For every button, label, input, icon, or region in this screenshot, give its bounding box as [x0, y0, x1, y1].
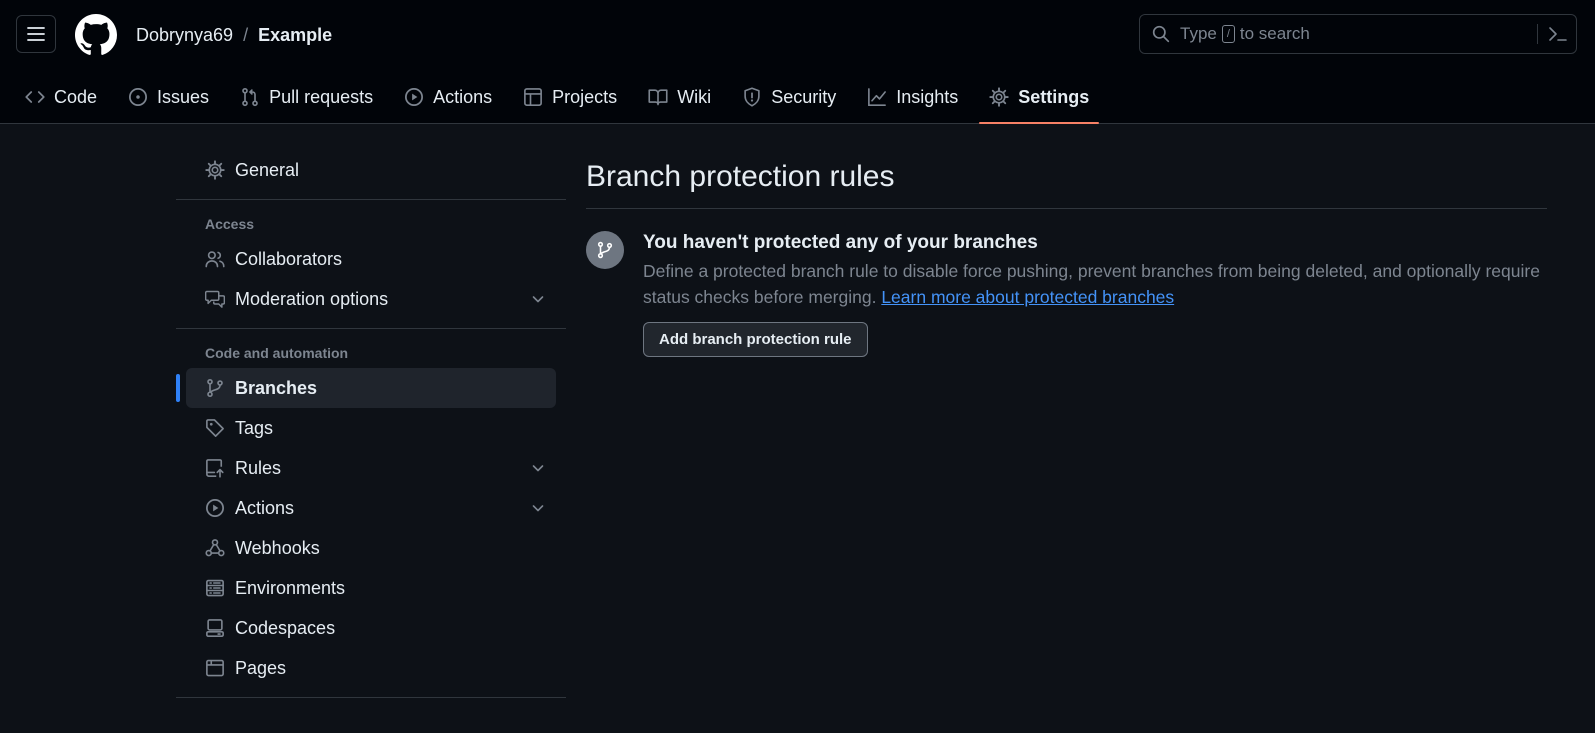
- play-icon: [405, 88, 424, 106]
- sidebar-item-label: Actions: [235, 497, 295, 518]
- tab-code-label: Code: [54, 86, 98, 107]
- search-divider: [1537, 24, 1538, 44]
- sidebar-item-webhooks[interactable]: Webhooks: [186, 528, 556, 568]
- graph-icon: [868, 88, 887, 106]
- server-icon: [206, 579, 224, 597]
- sidebar-item-label: Collaborators: [235, 248, 343, 269]
- git-pull-request-icon: [242, 87, 258, 107]
- tab-issues-label: Issues: [157, 86, 210, 107]
- app-header: Dobrynya69 / Example Type / to search Co…: [0, 0, 1595, 124]
- main-content: Branch protection rules You haven't prot…: [586, 158, 1547, 357]
- sidebar-item-tags[interactable]: Tags: [186, 408, 556, 448]
- table-icon: [524, 88, 543, 106]
- search-shortcut-key: /: [1221, 25, 1235, 43]
- blankslate-content: You haven't protected any of your branch…: [643, 231, 1547, 357]
- tab-pull-requests[interactable]: Pull requests: [230, 74, 383, 120]
- tab-security-label: Security: [771, 86, 837, 107]
- webhook-icon: [205, 539, 225, 557]
- repo-link[interactable]: Example: [258, 24, 332, 46]
- breadcrumb-separator: /: [243, 25, 249, 45]
- github-logo[interactable]: [75, 14, 117, 56]
- blankslate: You haven't protected any of your branch…: [586, 231, 1547, 357]
- sidebar-item-label: Pages: [235, 657, 287, 678]
- sidebar-heading-code-automation: Code and automation: [205, 345, 349, 361]
- chevron-down-icon[interactable]: [530, 460, 546, 476]
- comment-discussion-icon: [205, 290, 225, 308]
- learn-more-link[interactable]: Learn more about protected branches: [881, 287, 1174, 307]
- add-branch-protection-rule-button[interactable]: Add branch protection rule: [643, 322, 868, 357]
- shield-icon: [744, 87, 760, 107]
- sidebar-item-environments[interactable]: Environments: [186, 568, 556, 608]
- owner-link[interactable]: Dobrynya69: [136, 24, 233, 46]
- sidebar-divider: [176, 328, 566, 329]
- tab-pull-requests-label: Pull requests: [269, 86, 374, 107]
- tab-insights-label: Insights: [896, 86, 959, 107]
- sidebar-item-moderation-options[interactable]: Moderation options: [186, 279, 556, 319]
- sidebar-divider: [176, 199, 566, 200]
- play-icon: [206, 499, 224, 517]
- sidebar-item-label: Rules: [235, 457, 282, 478]
- search-input[interactable]: Type / to search: [1139, 14, 1577, 54]
- search-placeholder-before: Type: [1180, 24, 1217, 43]
- sidebar-item-branches[interactable]: Branches: [176, 368, 556, 408]
- tab-wiki[interactable]: Wiki: [638, 74, 721, 120]
- tab-code[interactable]: Code: [15, 74, 107, 120]
- git-branch-badge-icon: [586, 231, 624, 269]
- codespaces-icon: [206, 619, 224, 637]
- sidebar-divider: [176, 697, 566, 698]
- tab-actions[interactable]: Actions: [394, 74, 502, 120]
- menu-button[interactable]: [16, 15, 56, 53]
- tab-wiki-label: Wiki: [677, 86, 712, 107]
- repo-tabs: Code Issues Pull requests Actions Projec…: [15, 74, 1110, 124]
- tab-security[interactable]: Security: [732, 74, 846, 120]
- hamburger-icon: [27, 27, 45, 41]
- tab-actions-label: Actions: [433, 86, 493, 107]
- settings-sidebar: General Access Collaborators Moderation …: [176, 150, 566, 707]
- search-placeholder: Type / to search: [1180, 24, 1310, 44]
- sidebar-item-label: Moderation options: [235, 288, 389, 309]
- sidebar-item-actions[interactable]: Actions: [186, 488, 556, 528]
- tab-insights[interactable]: Insights: [857, 74, 968, 120]
- sidebar-item-codespaces[interactable]: Codespaces: [186, 608, 556, 648]
- tab-settings[interactable]: Settings: [979, 74, 1100, 124]
- tab-issues[interactable]: Issues: [118, 74, 219, 120]
- book-icon: [648, 89, 668, 106]
- sidebar-item-label: Environments: [235, 577, 346, 598]
- tab-projects[interactable]: Projects: [513, 74, 627, 120]
- sidebar-item-label: General: [235, 159, 300, 180]
- people-icon: [205, 251, 225, 268]
- sidebar-heading-access: Access: [205, 216, 255, 232]
- search-placeholder-after: to search: [1239, 24, 1310, 43]
- page-title: Branch protection rules: [586, 158, 1547, 209]
- code-icon: [25, 91, 45, 103]
- blankslate-heading: You haven't protected any of your branch…: [643, 232, 1038, 253]
- command-palette-icon[interactable]: [1548, 25, 1568, 43]
- sidebar-item-general[interactable]: General: [186, 150, 556, 190]
- repo-push-icon: [206, 459, 224, 478]
- github-mark-icon: [75, 14, 117, 55]
- sidebar-item-rules[interactable]: Rules: [186, 448, 556, 488]
- tab-projects-label: Projects: [552, 86, 618, 107]
- sidebar-item-label: Tags: [235, 417, 274, 438]
- chevron-down-icon[interactable]: [530, 500, 546, 516]
- sidebar-item-collaborators[interactable]: Collaborators: [186, 239, 556, 279]
- tab-settings-label: Settings: [1018, 86, 1090, 107]
- browser-icon: [206, 659, 224, 677]
- tag-icon: [206, 419, 224, 437]
- search-icon: [1152, 25, 1170, 43]
- breadcrumb: Dobrynya69 / Example: [136, 24, 332, 46]
- sidebar-item-label: Branches: [235, 377, 318, 398]
- git-branch-icon: [207, 378, 223, 398]
- chevron-down-icon[interactable]: [530, 291, 546, 307]
- sidebar-item-pages[interactable]: Pages: [186, 648, 556, 688]
- gear-icon: [205, 160, 225, 180]
- sidebar-item-label: Webhooks: [235, 537, 320, 558]
- issue-opened-icon: [129, 88, 148, 106]
- blankslate-description: Define a protected branch rule to disabl…: [643, 258, 1547, 310]
- gear-icon: [989, 87, 1009, 107]
- sidebar-item-label: Codespaces: [235, 617, 336, 638]
